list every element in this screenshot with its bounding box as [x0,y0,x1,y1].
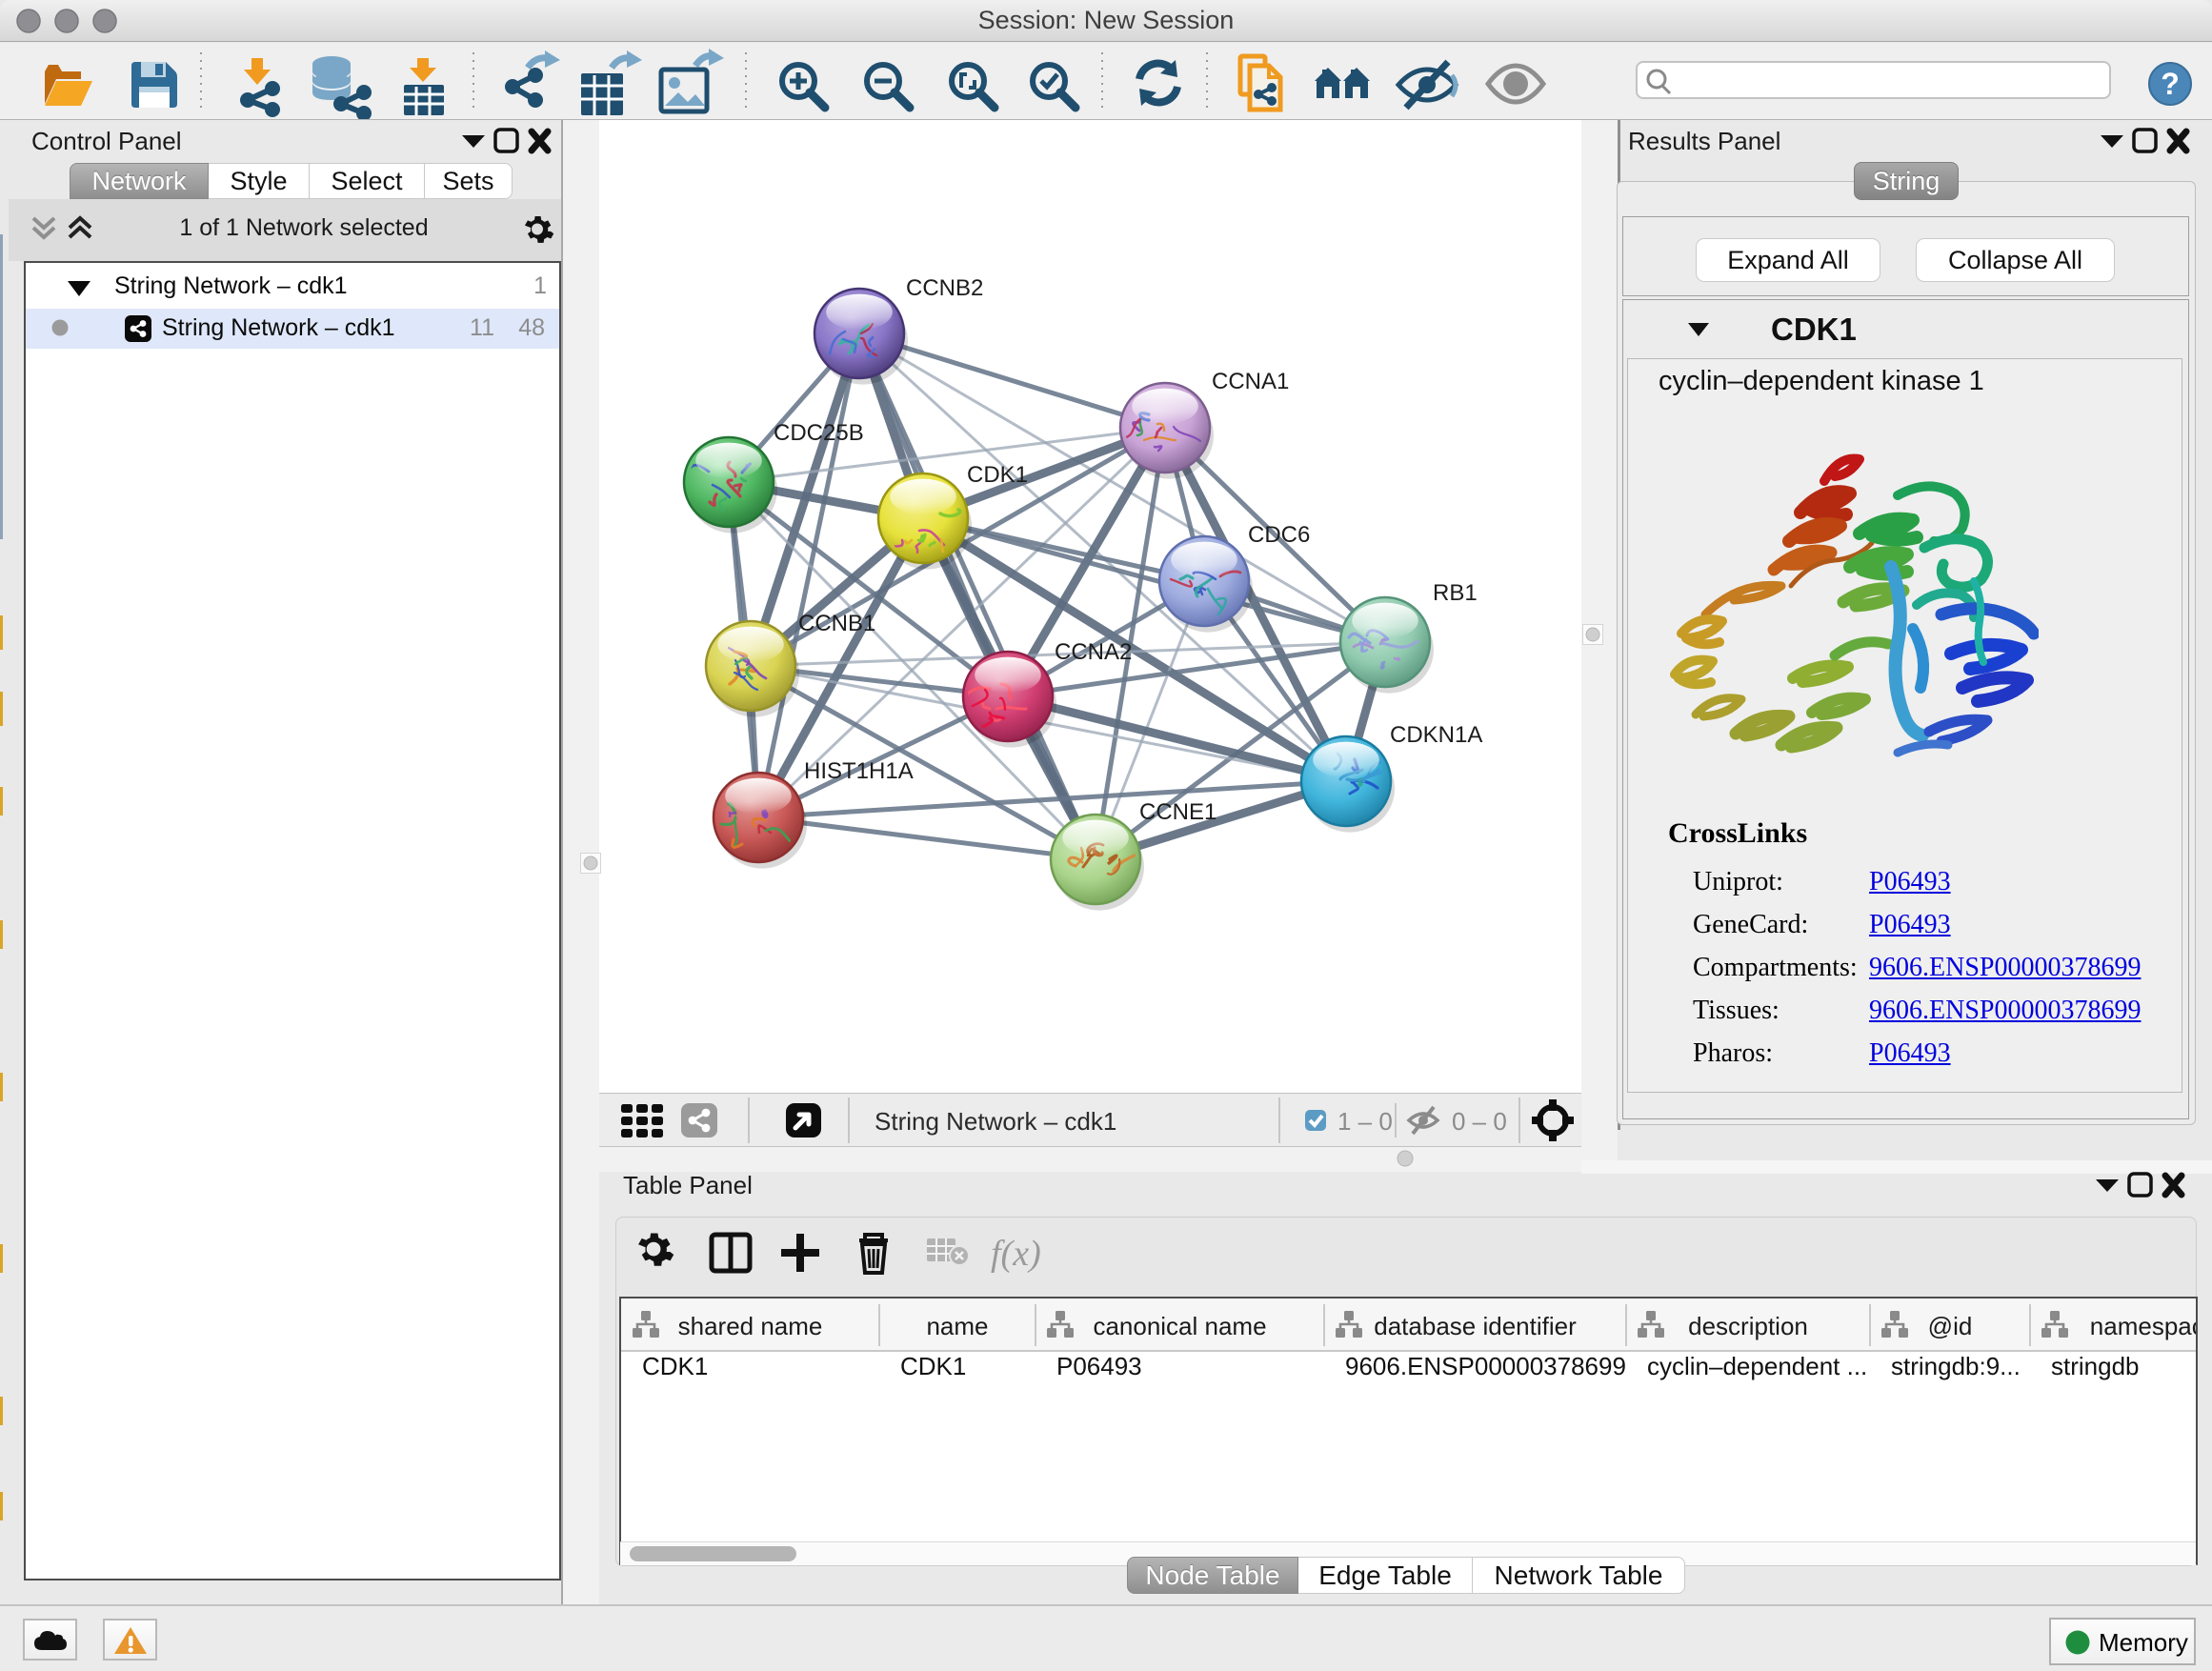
svg-text:description: description [1688,1312,1808,1340]
svg-text:shared name: shared name [678,1312,823,1340]
svg-text:stringdb:9...: stringdb:9... [1891,1352,2021,1380]
svg-text:P06493: P06493 [1056,1352,1142,1380]
svg-text:CCNA2: CCNA2 [1055,639,1132,665]
svg-text:f(x): f(x) [991,1234,1041,1274]
svg-text:name: name [926,1312,988,1340]
svg-text:9606.ENSP00000378699: 9606.ENSP00000378699 [1345,1352,1626,1380]
svg-text:CCNB2: CCNB2 [906,275,983,301]
svg-text:1 – 0: 1 – 0 [1337,1107,1393,1136]
svg-text:CDK1: CDK1 [967,462,1028,488]
svg-text:CDKN1A: CDKN1A [1390,722,1482,748]
svg-text:?: ? [2161,67,2180,101]
svg-text:CCNB1: CCNB1 [798,611,875,636]
svg-text:CDC25B: CDC25B [774,420,864,446]
svg-text:HIST1H1A: HIST1H1A [804,758,914,784]
svg-text:database identifier: database identifier [1374,1312,1577,1340]
svg-text:CDK1: CDK1 [900,1352,966,1380]
svg-text:CDC6: CDC6 [1248,522,1310,548]
svg-text:@id: @id [1928,1312,1973,1340]
svg-text:namespace: namespace [2090,1312,2196,1340]
svg-text:canonical name: canonical name [1093,1312,1266,1340]
svg-text:CCNE1: CCNE1 [1139,799,1217,825]
svg-text:String Network – cdk1: String Network – cdk1 [875,1107,1116,1136]
svg-text:0 – 0: 0 – 0 [1452,1107,1507,1136]
svg-text:stringdb: stringdb [2051,1352,2140,1380]
svg-text:RB1: RB1 [1433,580,1478,606]
svg-text:CCNA1: CCNA1 [1212,369,1289,394]
svg-text:cyclin–dependent ...: cyclin–dependent ... [1647,1352,1867,1380]
svg-text:CDK1: CDK1 [642,1352,708,1380]
